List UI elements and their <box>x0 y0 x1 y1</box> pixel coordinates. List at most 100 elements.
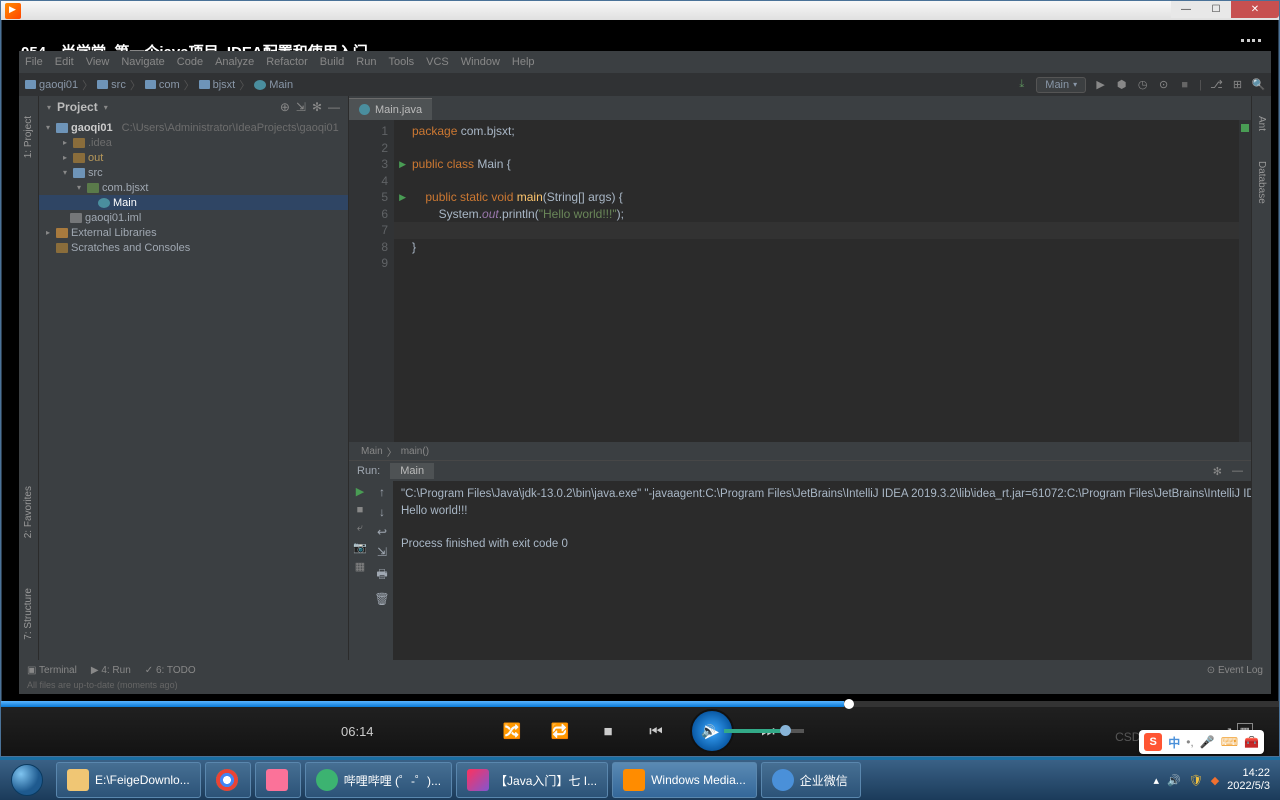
crumb-method[interactable]: main() <box>401 446 429 457</box>
menu-navigate[interactable]: Navigate <box>121 56 164 68</box>
ime-punct-icon[interactable]: •, <box>1186 735 1194 749</box>
task-explorer[interactable]: E:\FeigeDownlo... <box>56 762 201 798</box>
start-button[interactable] <box>0 760 54 800</box>
locate-icon[interactable]: ⊕ <box>280 100 290 114</box>
tray-show-hidden-icon[interactable]: ▴ <box>1154 774 1160 787</box>
task-intellij[interactable]: 【Java入门】七 I... <box>456 762 608 798</box>
debug-icon[interactable]: ⬢ <box>1115 78 1128 91</box>
menu-analyze[interactable]: Analyze <box>215 56 254 68</box>
prev-button[interactable]: ⏮ <box>642 717 670 745</box>
minimize-button[interactable]: — <box>1171 1 1201 18</box>
wrap-icon[interactable]: ↩ <box>377 525 387 539</box>
status-run[interactable]: ▶ 4: Run <box>91 665 131 676</box>
profile-icon[interactable]: ⊙ <box>1157 78 1170 91</box>
status-terminal[interactable]: ▣ Terminal <box>27 665 77 676</box>
menu-help[interactable]: Help <box>512 56 535 68</box>
menu-vcs[interactable]: VCS <box>426 56 449 68</box>
task-bilibili-app[interactable] <box>255 762 301 798</box>
tab-project[interactable]: 1: Project <box>23 116 34 158</box>
crumb-bjsxt[interactable]: bjsxt <box>199 79 236 91</box>
tree-root[interactable]: ▾gaoqi01 C:\Users\Administrator\IdeaProj… <box>39 120 348 135</box>
scroll-icon[interactable]: ⇲ <box>377 545 387 559</box>
maximize-button[interactable]: ☐ <box>1201 1 1231 18</box>
volume-icon[interactable]: 🔊 <box>701 724 716 738</box>
code-content[interactable]: package com.bjsxt; public class Main { p… <box>394 120 1239 442</box>
tray-security-icon[interactable]: 🛡 <box>1189 774 1203 787</box>
stop-icon[interactable]: ■ <box>1178 78 1191 91</box>
coverage-icon[interactable]: ◷ <box>1136 78 1149 91</box>
tab-structure[interactable]: 7: Structure <box>23 588 34 640</box>
crumb-class[interactable]: Main <box>361 446 383 457</box>
run-config-selector[interactable]: Main▾ <box>1036 77 1086 93</box>
shuffle-button[interactable]: 🔀 <box>498 717 526 745</box>
ime-lang[interactable]: 中 <box>1168 734 1180 751</box>
tree-iml[interactable]: gaoqi01.iml <box>39 210 348 225</box>
menu-file[interactable]: File <box>25 56 43 68</box>
taskbar-clock[interactable]: 14:22 2022/5/3 <box>1227 767 1270 793</box>
menu-tools[interactable]: Tools <box>388 56 414 68</box>
tray-app-icon[interactable]: ◆ <box>1211 774 1219 787</box>
search-icon[interactable]: 🔍 <box>1252 78 1265 91</box>
progress-thumb[interactable] <box>844 699 854 709</box>
up-icon[interactable]: ↑ <box>379 485 385 499</box>
clear-icon[interactable]: 🗑 <box>374 592 389 606</box>
tree-ext-lib[interactable]: ▸External Libraries <box>39 225 348 240</box>
menu-run[interactable]: Run <box>356 56 376 68</box>
run-tab-main[interactable]: Main <box>390 463 434 479</box>
ime-toolbox-icon[interactable]: 🧰 <box>1244 735 1259 749</box>
crumb-com[interactable]: com <box>145 79 180 91</box>
menu-edit[interactable]: Edit <box>55 56 74 68</box>
close-button[interactable]: ✕ <box>1231 1 1279 18</box>
layout-icon[interactable]: ▦ <box>355 560 365 573</box>
tab-favorites[interactable]: 2: Favorites <box>23 486 34 538</box>
code-editor[interactable]: 123▶45▶6789 package com.bjsxt; public cl… <box>349 120 1251 442</box>
task-360browser[interactable]: 哔哩哔哩 (゜-゜)... <box>305 762 452 798</box>
ide-menubar[interactable]: File Edit View Navigate Code Analyze Ref… <box>19 51 1271 73</box>
ime-voice-icon[interactable]: 🎤 <box>1200 735 1215 749</box>
status-todo[interactable]: ✓ 6: TODO <box>145 665 196 676</box>
wmp-progress-bar[interactable] <box>1 701 1279 707</box>
task-wxwork[interactable]: 企业微信 <box>761 762 861 798</box>
task-chrome[interactable] <box>205 762 251 798</box>
ime-keyboard-icon[interactable]: ⌨ <box>1221 735 1238 749</box>
repeat-button[interactable]: 🔁 <box>546 717 574 745</box>
menu-build[interactable]: Build <box>320 56 344 68</box>
crumb-project[interactable]: gaoqi01 <box>25 79 78 91</box>
tree-out[interactable]: ▸out <box>39 150 348 165</box>
down-icon[interactable]: ↓ <box>379 505 385 519</box>
run-icon[interactable]: ▶ <box>1094 78 1107 91</box>
menu-view[interactable]: View <box>86 56 110 68</box>
editor-tab-main[interactable]: Main.java <box>349 98 432 120</box>
dump-icon[interactable]: 📷 <box>353 541 367 554</box>
analysis-bar[interactable] <box>1239 120 1251 442</box>
tab-database[interactable]: Database <box>1256 161 1267 204</box>
vcs-icon[interactable]: ⎇ <box>1210 78 1223 91</box>
crumb-src[interactable]: src <box>97 79 126 91</box>
tree-src[interactable]: ▾src <box>39 165 348 180</box>
crumb-main[interactable]: Main <box>254 79 293 91</box>
system-tray[interactable]: ▴ 🔊 🛡 ◆ 14:22 2022/5/3 <box>1144 767 1280 793</box>
tree-main-class[interactable]: Main <box>39 195 348 210</box>
stop-icon[interactable]: ■ <box>357 504 364 516</box>
tab-ant[interactable]: Ant <box>1256 116 1267 131</box>
run-hide-icon[interactable]: — <box>1232 465 1243 477</box>
tree-idea[interactable]: ▸.idea <box>39 135 348 150</box>
volume-slider[interactable] <box>724 729 804 733</box>
sogou-icon[interactable]: S <box>1144 733 1162 751</box>
settings-icon[interactable]: ✻ <box>312 100 322 114</box>
menu-code[interactable]: Code <box>177 56 203 68</box>
ime-toolbar[interactable]: S 中 •, 🎤 ⌨ 🧰 <box>1139 730 1264 754</box>
stop-button[interactable]: ■ <box>594 717 622 745</box>
build-icon[interactable]: ⤓ <box>1015 78 1028 91</box>
project-tree[interactable]: ▾gaoqi01 C:\Users\Administrator\IdeaProj… <box>39 118 348 660</box>
tree-pkg[interactable]: ▾com.bjsxt <box>39 180 348 195</box>
menu-refactor[interactable]: Refactor <box>266 56 308 68</box>
rerun-icon[interactable]: ▶ <box>356 485 364 498</box>
structure-icon[interactable]: ⊞ <box>1231 78 1244 91</box>
print-icon[interactable]: 🖶 <box>376 565 387 586</box>
wmp-titlebar[interactable]: — ☐ ✕ <box>1 1 1279 20</box>
task-wmp[interactable]: Windows Media... <box>612 762 757 798</box>
status-eventlog[interactable]: ⊙ Event Log <box>1207 665 1263 676</box>
collapse-icon[interactable]: ⇲ <box>296 100 306 114</box>
exit-icon[interactable]: ⤶ <box>357 522 363 535</box>
